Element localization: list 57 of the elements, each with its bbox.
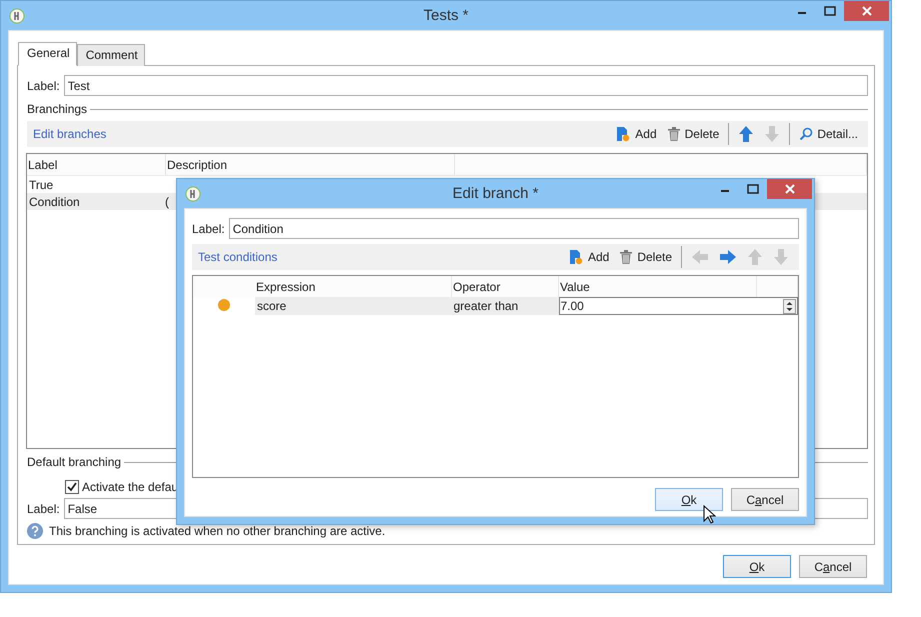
spinner-icon [782, 298, 796, 314]
trash-icon [666, 126, 681, 142]
table-cell[interactable]: Condition [27, 193, 164, 210]
column-header: Expression [255, 276, 452, 297]
table-cell[interactable]: True [27, 176, 164, 193]
column-header: Operator [452, 276, 558, 297]
close-button[interactable] [767, 179, 812, 199]
label-field[interactable]: Test [64, 75, 868, 96]
add-button[interactable]: Add [611, 124, 661, 144]
field-label: Label: [27, 78, 60, 92]
maximize-icon [747, 184, 759, 194]
down-arrow-icon [773, 248, 789, 266]
tab[interactable]: General [18, 42, 77, 66]
cancel-button[interactable]: Cancel [799, 555, 867, 578]
help-icon [27, 523, 43, 539]
tab[interactable]: Comment [76, 44, 145, 66]
value-field[interactable]: 7.00 [558, 297, 798, 315]
column-header: Label [27, 154, 166, 176]
trash-icon [619, 249, 634, 265]
column-header: Description [166, 154, 454, 176]
toolbar-link[interactable]: Test conditions [198, 250, 278, 264]
search-icon [799, 127, 814, 141]
down-arrow-icon [764, 125, 780, 143]
add-icon [568, 249, 584, 265]
close-icon [862, 6, 872, 16]
left-arrow-icon [691, 249, 709, 265]
table-row[interactable]: score greater than 7.00 [193, 297, 798, 315]
section-title: Branchings [27, 102, 88, 116]
toolbar-link[interactable]: Edit branches [33, 127, 106, 141]
add-icon [615, 126, 632, 142]
detail-button[interactable]: Detail... [795, 125, 862, 143]
delete-button[interactable]: Delete [662, 124, 724, 144]
checkbox[interactable] [65, 480, 79, 494]
info-text: This branching is activated when no other branching are active. [49, 524, 386, 538]
up-arrow-icon [747, 248, 763, 266]
cancel-button[interactable]: Cancel [731, 488, 799, 511]
ok-button[interactable]: Ok [723, 555, 791, 578]
right-arrow-icon [719, 249, 737, 265]
delete-button[interactable]: Delete [615, 247, 676, 267]
window-title: Edit branch * [452, 185, 538, 202]
label-field[interactable]: Condition [228, 218, 799, 239]
field-label: Label: [192, 222, 225, 236]
table-cell: greater than [452, 297, 558, 315]
table-cell: ( [164, 193, 169, 210]
window-title: Tests * [424, 7, 468, 24]
close-button[interactable] [844, 1, 889, 21]
app-icon [185, 186, 201, 202]
up-arrow-icon [738, 125, 754, 143]
table-cell: score [255, 297, 452, 315]
ok-button[interactable]: Ok [655, 488, 723, 511]
field-label: Label: [27, 502, 60, 516]
section-title: Default branching [27, 455, 122, 469]
close-icon [784, 184, 794, 194]
maximize-icon [824, 6, 836, 16]
app-icon [9, 8, 25, 24]
column-header: Value [558, 276, 756, 297]
add-button[interactable]: Add [564, 247, 614, 267]
